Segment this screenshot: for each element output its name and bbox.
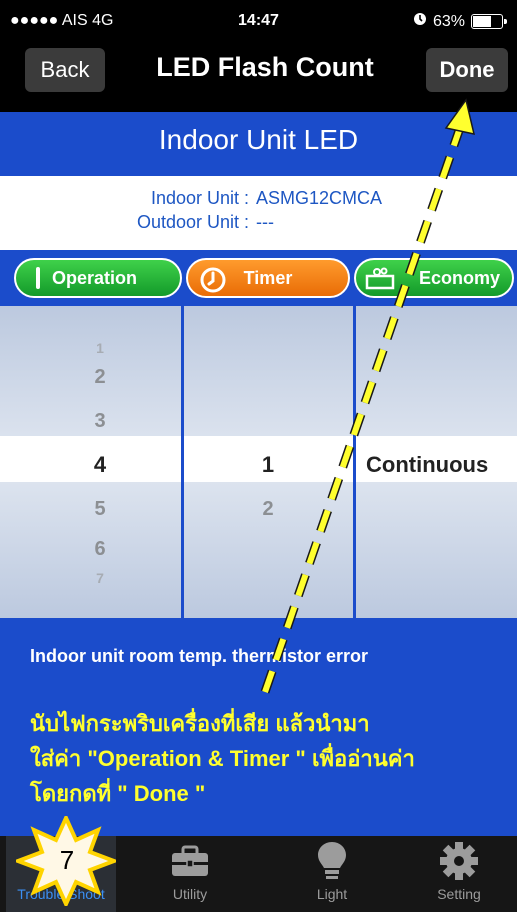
section-title: Indoor Unit LED [158,124,359,155]
tabbar-label: Setting [437,886,481,902]
picker-value: 7 [96,570,104,586]
status-bar: ●●●●● AIS 4G 14:47 63% [0,0,517,40]
picker-value: 3 [94,410,106,432]
tabbar-item-setting[interactable]: Setting [404,836,514,912]
indoor-unit-value: ASMG12CMCA [256,188,383,208]
tabbar-label: Utility [172,886,208,902]
step-number: 7 [59,845,75,875]
picker-value: 1 [96,340,104,356]
lightbulb-icon [314,836,350,886]
tab-timer[interactable]: Timer [186,258,350,298]
indoor-unit-label: Indoor Unit : [150,188,249,208]
picker-value: 6 [94,538,106,560]
operation-bar-icon [36,267,40,289]
tabbar-label: Light [316,886,348,902]
page-title: LED Flash Count [156,52,374,82]
operation-picker-column[interactable]: 1 2 3 4 5 6 7 [0,306,181,618]
instruction-annotation: นับไฟกระพริบเครื่องที่เสีย แล้วนำมา ใส่ค… [30,711,415,806]
tab-operation[interactable]: Operation [14,258,182,298]
tabbar-item-light[interactable]: Light [277,836,387,912]
picker-value: 5 [94,498,106,520]
tab-economy-label: Economy [418,267,500,288]
battery-icon [471,14,507,29]
economy-selected-value[interactable]: Continuous [366,452,488,478]
tabbar-item-utility[interactable]: Utility [135,836,245,912]
back-button[interactable]: Back [25,48,105,92]
unit-info: Indoor Unit : ASMG12CMCA Outdoor Unit : … [0,188,517,236]
tab-economy[interactable]: Economy [354,258,514,298]
gear-icon [438,836,480,886]
tab-timer-label: Timer [243,267,293,288]
timer-picker-column[interactable]: 1 2 [184,306,353,618]
done-button[interactable]: Done [426,48,508,92]
picker-value: 2 [94,366,106,388]
battery-percent: 63% [432,12,465,30]
outdoor-unit-value: --- [256,212,274,232]
picker-divider [353,306,356,618]
timer-selected-value: 1 [261,452,275,477]
battery-status: 63% [413,12,507,31]
picker-value: 2 [262,498,274,520]
alarm-icon [413,12,427,31]
operation-selected-value: 4 [93,452,107,477]
timer-icon [198,265,228,300]
outdoor-unit-label: Outdoor Unit : [136,212,249,232]
tab-operation-label: Operation [52,267,138,288]
economy-icon [364,266,396,297]
toolbox-icon [169,836,211,886]
error-message: Indoor unit room temp. thermistor error [30,646,369,666]
